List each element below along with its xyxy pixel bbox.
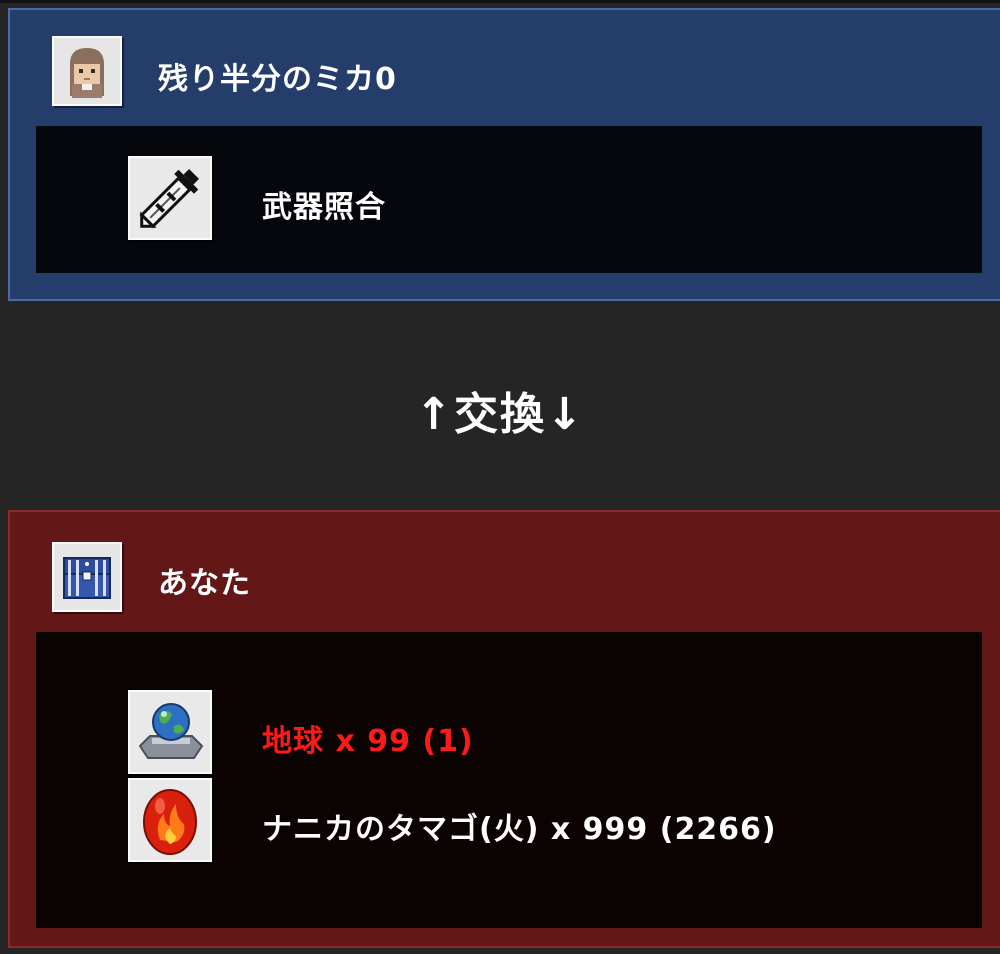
- partner-item-list: 武器照合: [36, 126, 982, 273]
- list-item[interactable]: 武器照合: [128, 156, 968, 240]
- sword-icon: [128, 156, 212, 240]
- item-label: 武器照合: [262, 190, 386, 225]
- your-item-list: 地球 x 99 (1) ナニカのタマゴ(火) x 999 (2266): [36, 632, 982, 928]
- partner-name: 残り半分のミカ0: [158, 62, 397, 97]
- partner-offer-panel: 残り半分のミカ0 武器照合: [8, 8, 1000, 301]
- exchange-label: ↑交換↓: [415, 389, 585, 440]
- top-edge: [0, 0, 1000, 3]
- fire-egg-icon: [128, 778, 212, 862]
- your-header: あなた: [10, 512, 1000, 632]
- treasure-chest-icon: [52, 542, 122, 612]
- list-item[interactable]: 地球 x 99 (1): [128, 690, 968, 774]
- your-name: あなた: [158, 566, 251, 601]
- your-offer-panel: あなた 地球 x 99 (1) ナニカのタマゴ(火) x 999 (2266): [8, 510, 1000, 948]
- partner-header: 残り半分のミカ0: [10, 10, 1000, 130]
- earth-globe-icon: [128, 690, 212, 774]
- item-label: ナニカのタマゴ(火) x 999 (2266): [262, 812, 777, 847]
- item-label: 地球 x 99 (1): [262, 724, 474, 759]
- girl-portrait-icon: [52, 36, 122, 106]
- list-item[interactable]: ナニカのタマゴ(火) x 999 (2266): [128, 778, 968, 862]
